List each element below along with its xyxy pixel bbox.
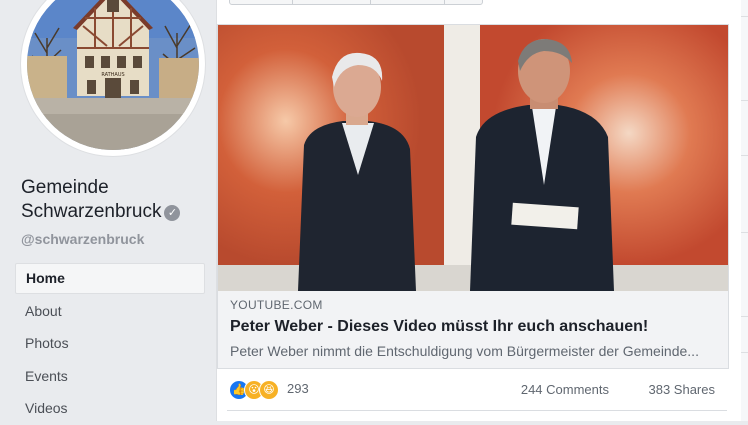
divider (741, 316, 748, 317)
divider (741, 100, 748, 101)
toolbar-divider (370, 0, 371, 4)
right-column-edge (741, 0, 748, 421)
video-thumbnail[interactable] (218, 25, 728, 291)
shares-count[interactable]: 383 Shares (649, 382, 716, 397)
page-username[interactable]: @schwarzenbruck (21, 231, 144, 247)
toolbar-divider (444, 0, 445, 4)
sidebar-item-videos[interactable]: Videos (15, 392, 205, 424)
avatar-sign-text: RATHAUS (101, 72, 124, 78)
sidebar-item-home[interactable]: Home (15, 263, 205, 294)
divider (741, 232, 748, 233)
link-description: Peter Weber nimmt die Entschuldigung vom… (230, 343, 699, 359)
sidebar-item-events[interactable]: Events (15, 360, 205, 392)
avatar[interactable]: RATHAUS (27, 0, 199, 150)
page-name-text[interactable]: Gemeinde Schwarzenbruck (21, 177, 161, 222)
reaction-count[interactable]: 293 (287, 381, 309, 396)
post-card: YOUTUBE.COM Peter Weber - Dieses Video m… (216, 0, 742, 421)
divider (741, 155, 748, 156)
sidebar-item-about[interactable]: About (15, 295, 205, 327)
divider (741, 16, 748, 17)
sidebar-item-photos[interactable]: Photos (15, 327, 205, 359)
comments-count[interactable]: 244 Comments (521, 382, 609, 397)
page-navigation: Home About Photos Events Videos (15, 263, 205, 425)
check-icon: ✓ (164, 205, 181, 221)
profile-picture-frame[interactable]: RATHAUS (21, 0, 205, 156)
divider (741, 352, 748, 353)
link-preview[interactable]: YOUTUBE.COM Peter Weber - Dieses Video m… (217, 24, 729, 369)
video-still (218, 25, 728, 291)
link-domain: YOUTUBE.COM (230, 298, 323, 312)
composer-toolbar[interactable] (229, 0, 483, 5)
haha-icon[interactable]: 😆 (259, 380, 279, 400)
page-sidebar: RATHAUS Gemeinde Schwarzenbruck ✓ @schwar… (0, 0, 215, 421)
page-title[interactable]: Gemeinde Schwarzenbruck ✓ (21, 176, 211, 224)
toolbar-divider (292, 0, 293, 4)
town-hall-photo: RATHAUS (27, 0, 199, 150)
link-title[interactable]: Peter Weber - Dieses Video müsst Ihr euc… (230, 318, 720, 336)
post-stats-bar: 👍 😮 😆 293 244 Comments 383 Shares (227, 370, 727, 411)
